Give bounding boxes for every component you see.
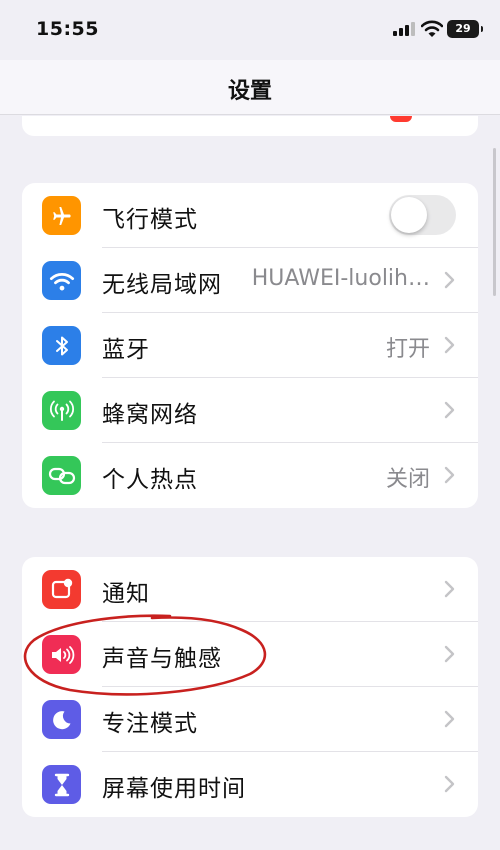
settings-row-sounds-haptics[interactable]: 声音与触感 <box>22 622 478 687</box>
cellular-signal-icon <box>393 22 417 36</box>
status-bar: 15:55 29 <box>0 0 500 60</box>
settings-row-label: 飞行模式 <box>102 207 198 233</box>
speaker-icon <box>42 635 81 674</box>
notification-bell-icon <box>42 570 81 609</box>
wifi-icon <box>421 20 443 37</box>
settings-row-label: 屏幕使用时间 <box>102 776 246 802</box>
hourglass-icon <box>42 765 81 804</box>
scroll-indicator <box>493 148 496 296</box>
chevron-right-icon <box>444 645 455 663</box>
chevron-right-icon <box>444 271 455 289</box>
settings-row-bluetooth[interactable]: 蓝牙 打开 <box>22 313 478 378</box>
chevron-right-icon <box>444 580 455 598</box>
chevron-right-icon <box>444 710 455 728</box>
settings-screen: 15:55 29 设置 飞行模式 无线局域网 HUAWEI-luolih… 蓝牙… <box>0 0 500 850</box>
notification-badge <box>390 116 412 122</box>
battery-icon: 29 <box>447 20 483 38</box>
settings-row-label: 通知 <box>102 581 150 607</box>
settings-row-label: 专注模式 <box>102 711 198 737</box>
chevron-right-icon <box>444 466 455 484</box>
moon-icon <box>42 700 81 739</box>
settings-row-label: 蜂窝网络 <box>102 402 198 428</box>
toggle-knob <box>391 197 427 233</box>
settings-row-label: 声音与触感 <box>102 646 222 672</box>
hotspot-link-icon <box>42 456 81 495</box>
settings-row-wlan[interactable]: 无线局域网 HUAWEI-luolih… <box>22 248 478 313</box>
notifications-group: 通知 声音与触感 专注模式 屏幕使用时间 <box>22 557 478 817</box>
settings-row-airplane-mode[interactable]: 飞行模式 <box>22 183 478 248</box>
chevron-right-icon <box>444 401 455 419</box>
antenna-icon <box>42 391 81 430</box>
settings-row-value: HUAWEI-luolih… <box>251 266 430 291</box>
page-title: 设置 <box>227 79 272 104</box>
chevron-right-icon <box>444 336 455 354</box>
settings-row-value: 关闭 <box>385 467 430 492</box>
settings-row-notifications[interactable]: 通知 <box>22 557 478 622</box>
settings-row-screen-time[interactable]: 屏幕使用时间 <box>22 752 478 817</box>
navigation-bar: 设置 <box>0 60 500 115</box>
settings-row-personal-hotspot[interactable]: 个人热点 关闭 <box>22 443 478 508</box>
airplane-icon <box>42 196 81 235</box>
settings-row-label: 无线局域网 <box>102 272 222 298</box>
settings-row-value: 打开 <box>385 337 430 362</box>
chevron-right-icon <box>444 775 455 793</box>
settings-row-label: 个人热点 <box>102 467 198 493</box>
settings-row-focus[interactable]: 专注模式 <box>22 687 478 752</box>
status-time: 15:55 <box>36 18 99 40</box>
settings-row-cellular[interactable]: 蜂窝网络 <box>22 378 478 443</box>
wifi-icon <box>42 261 81 300</box>
bluetooth-icon <box>42 326 81 365</box>
settings-row-label: 蓝牙 <box>102 337 150 363</box>
connectivity-group: 飞行模式 无线局域网 HUAWEI-luolih… 蓝牙 打开 蜂窝网络 个人热… <box>22 183 478 508</box>
airplane-mode-toggle[interactable] <box>389 195 456 235</box>
